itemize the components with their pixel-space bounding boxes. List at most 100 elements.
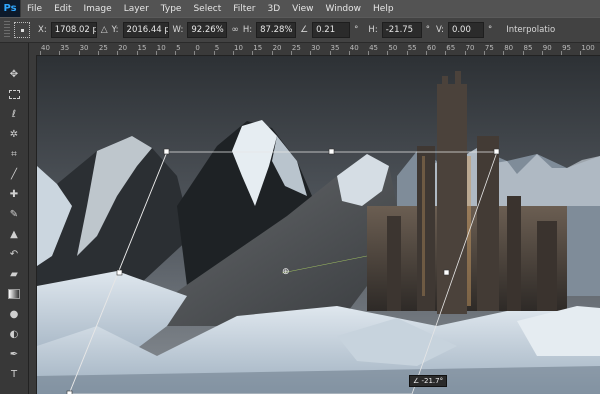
- healing-brush-icon[interactable]: ✚: [2, 185, 26, 203]
- y-field[interactable]: 2016.44 p: [122, 22, 169, 38]
- angle-field[interactable]: 0.21: [312, 22, 351, 38]
- panel-grip[interactable]: [4, 21, 10, 39]
- ruler-tick: [368, 51, 370, 55]
- ruler-tick: [213, 51, 215, 55]
- transform-handle: [116, 269, 123, 276]
- menu-image[interactable]: Image: [78, 4, 118, 14]
- ruler-tick-label: 20: [272, 44, 282, 52]
- ruler-tick-label: 60: [427, 44, 436, 52]
- vskew-unit: °: [487, 25, 493, 35]
- delta-icon[interactable]: △: [101, 25, 108, 35]
- ruler-tick: [290, 51, 292, 55]
- ruler-tick-label: 0: [195, 44, 200, 52]
- history-brush-icon[interactable]: ↶: [2, 245, 26, 263]
- y-label: Y:: [111, 25, 119, 35]
- ruler-tick-label: 40: [41, 44, 50, 52]
- menu-window[interactable]: Window: [320, 4, 368, 14]
- menu-layer[interactable]: Layer: [118, 4, 155, 14]
- tools-panel: ✥ ℓ ✲ ⌗ ╱ ✚ ✎ ▲ ↶ ▰ ● ◐ ✒ T: [0, 43, 29, 394]
- ruler-tick-label: 35: [60, 44, 70, 52]
- ruler-tick-label: 40: [349, 44, 359, 52]
- ruler-tick-label: 15: [253, 44, 263, 52]
- hskew-field[interactable]: -21.75: [381, 22, 422, 38]
- rotate-angle-icon: ∠: [300, 25, 309, 35]
- ruler-tick: [310, 51, 312, 55]
- menu-filter[interactable]: Filter: [227, 4, 261, 14]
- transform-handle: [163, 148, 170, 155]
- hskew-label: H:: [368, 25, 378, 35]
- menu-view[interactable]: View: [286, 4, 319, 14]
- ruler-tick-label: 30: [311, 44, 321, 52]
- ruler-tick-label: 80: [504, 44, 514, 52]
- reference-point-icon[interactable]: [14, 22, 30, 38]
- ruler-tick-label: 5: [176, 44, 181, 52]
- menu-select[interactable]: Select: [187, 4, 227, 14]
- ruler-tick: [387, 51, 389, 55]
- interpolation-label[interactable]: Interpolatio: [506, 25, 555, 35]
- ruler-tick: [483, 51, 485, 55]
- ruler-tick: [464, 51, 466, 55]
- eyedropper-icon[interactable]: ╱: [2, 165, 26, 183]
- menu-help[interactable]: Help: [367, 4, 400, 14]
- eraser-tool-icon[interactable]: ▰: [2, 265, 26, 283]
- dodge-tool-icon[interactable]: ◐: [2, 325, 26, 343]
- pen-tool-icon[interactable]: ✒: [2, 345, 26, 363]
- ruler-tick: [580, 51, 582, 55]
- height-field[interactable]: 87.28%: [256, 22, 297, 38]
- ruler-tick: [252, 51, 254, 55]
- x-field[interactable]: 1708.02 p: [50, 22, 97, 38]
- menu-file[interactable]: File: [21, 4, 48, 14]
- ruler-tick: [78, 51, 80, 55]
- ruler-tick: [97, 51, 99, 55]
- lasso-tool-icon[interactable]: ℓ: [2, 105, 26, 123]
- ruler-tick-label: 70: [465, 44, 475, 52]
- ruler-tick-label: 65: [446, 44, 456, 52]
- document-canvas[interactable]: ⊕ ∠ -21.7°: [37, 56, 600, 394]
- ruler-tick-label: 20: [118, 44, 128, 52]
- ruler-tick: [117, 51, 119, 55]
- crop-tool-icon[interactable]: ⌗: [2, 145, 26, 163]
- vertical-ruler[interactable]: [28, 55, 37, 394]
- ruler-tick: [233, 51, 234, 55]
- gradient-tool-icon[interactable]: [2, 285, 26, 303]
- transform-handle: [493, 148, 500, 155]
- ruler-tick: [40, 51, 41, 55]
- ruler-tick: [329, 51, 331, 55]
- options-bar: X: 1708.02 p △ Y: 2016.44 p W: 92.26% ∞ …: [0, 17, 600, 43]
- link-icon[interactable]: ∞: [231, 25, 239, 35]
- mountain-castle-image: ⊕: [37, 56, 600, 394]
- ruler-tick: [561, 51, 563, 55]
- menu-bar: Ps File Edit Image Layer Type Select Fil…: [0, 0, 600, 17]
- vskew-field[interactable]: 0.00: [447, 22, 484, 38]
- ruler-tick-label: 10: [234, 44, 243, 52]
- ruler-tick-label: 75: [484, 44, 494, 52]
- menu-3d[interactable]: 3D: [262, 4, 287, 14]
- ruler-tick: [348, 51, 350, 55]
- h-label: H:: [242, 25, 253, 35]
- ruler-tick-label: 45: [369, 44, 379, 52]
- type-tool-icon[interactable]: T: [2, 365, 26, 383]
- ruler-tick-label: 85: [523, 44, 533, 52]
- ruler-corner: [28, 43, 36, 55]
- clone-stamp-icon[interactable]: ▲: [2, 225, 26, 243]
- ruler-tick-label: 90: [542, 44, 552, 52]
- blur-tool-icon[interactable]: ●: [2, 305, 26, 323]
- angle-tooltip: ∠ -21.7°: [409, 375, 448, 387]
- quick-select-icon[interactable]: ✲: [2, 125, 26, 143]
- ruler-tick-label: 50: [388, 44, 398, 52]
- ruler-tick: [541, 51, 543, 55]
- ruler-tick-label: 5: [214, 44, 220, 52]
- menu-type[interactable]: Type: [155, 4, 188, 14]
- marquee-tool-icon[interactable]: [2, 85, 26, 103]
- ruler-tick: [155, 51, 157, 55]
- ruler-tick: [194, 51, 196, 55]
- ruler-tick: [175, 51, 177, 55]
- ruler-tick-label: 95: [562, 44, 572, 52]
- photoshop-logo: Ps: [0, 0, 21, 17]
- ruler-tick: [522, 51, 524, 55]
- menu-edit[interactable]: Edit: [48, 4, 77, 14]
- horizontal-ruler[interactable]: 40 35 30 25 20 15 10 5 0 5 10 15 20 25 30 35 40 45 50 55 60 6…: [36, 43, 600, 56]
- brush-tool-icon[interactable]: ✎: [2, 205, 26, 223]
- move-tool-icon[interactable]: ✥: [2, 65, 26, 83]
- width-field[interactable]: 92.26%: [187, 22, 228, 38]
